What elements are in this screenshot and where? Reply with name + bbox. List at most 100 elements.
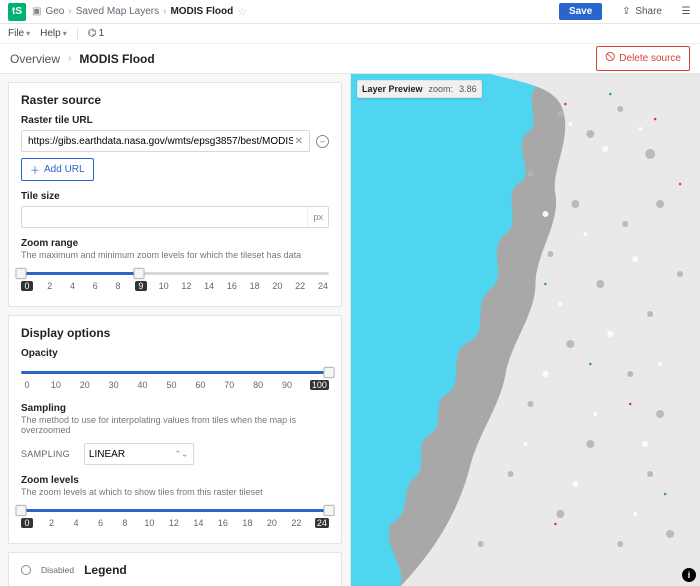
slider-tick: 9 [135, 281, 147, 291]
tile-size-input[interactable] [22, 212, 307, 223]
slider-tick: 16 [226, 281, 238, 291]
zoom-range-help: The maximum and minimum zoom levels for … [21, 250, 329, 260]
opacity-handle[interactable] [324, 367, 335, 378]
slider-tick: 0 [21, 518, 33, 528]
clear-icon[interactable]: ✕ [293, 136, 305, 147]
slider-tick: 14 [192, 518, 204, 528]
slider-tick: 6 [94, 518, 106, 528]
legend-disabled-radio[interactable] [21, 565, 31, 575]
layer-preview-label: Layer Preview [362, 84, 423, 94]
display-options-card: Display options Opacity 0102030405060708… [8, 315, 342, 544]
delete-source-button[interactable]: 🛇 Delete source [596, 46, 690, 71]
slider-tick: 90 [281, 380, 293, 390]
page-title: MODIS Flood [79, 52, 154, 66]
panel-toggle-icon[interactable]: ☰ [680, 6, 692, 17]
slider-tick: 0 [21, 281, 33, 291]
breadcrumb: ▣ Geo › Saved Map Layers › MODIS Flood ☆ [32, 5, 247, 18]
info-icon[interactable]: i [682, 568, 696, 582]
slider-tick: 10 [158, 281, 170, 291]
zoom-levels-handle-min[interactable] [16, 505, 27, 516]
sampling-label: Sampling [21, 403, 329, 414]
plus-icon: ＋ [30, 162, 40, 177]
crumb-current: MODIS Flood [170, 6, 233, 17]
slider-tick: 100 [310, 380, 329, 390]
crumb-geo[interactable]: Geo [45, 6, 64, 17]
sampling-caption: SAMPLING [21, 449, 70, 459]
graph-icon: ⌬ [88, 28, 97, 39]
share-label: Share [635, 6, 662, 17]
slider-tick: 4 [70, 518, 82, 528]
slider-tick: 70 [223, 380, 235, 390]
zoom-value: 3.86 [459, 84, 477, 94]
zoom-levels-handle-max[interactable] [324, 505, 335, 516]
slider-tick: 24 [315, 518, 329, 528]
layer-preview-badge: Layer Preview zoom: 3.86 [357, 80, 482, 98]
slider-tick: 10 [143, 518, 155, 528]
tile-size-label: Tile size [21, 191, 329, 202]
menu-divider [77, 28, 78, 40]
menu-help[interactable]: Help▾ [40, 28, 67, 39]
slider-tick: 12 [168, 518, 180, 528]
slider-tick: 8 [112, 281, 124, 291]
menu-help-label: Help [40, 28, 61, 39]
opacity-label: Opacity [21, 348, 329, 359]
add-url-button[interactable]: ＋ Add URL [21, 158, 94, 181]
sampling-select[interactable]: LINEAR [84, 443, 194, 465]
tile-size-suffix: px [307, 207, 328, 227]
zoom-range-handle-max[interactable] [134, 268, 145, 279]
add-url-label: Add URL [44, 164, 85, 175]
raster-source-title: Raster source [21, 93, 329, 107]
app-logo: tS [8, 3, 26, 21]
raster-url-input[interactable] [28, 136, 293, 147]
slider-tick: 50 [165, 380, 177, 390]
zoom-range-slider[interactable]: 0246891012141618202224 [21, 266, 329, 294]
tab-overview[interactable]: Overview [10, 52, 60, 66]
crumb-saved-layers[interactable]: Saved Map Layers [76, 6, 159, 17]
share-button[interactable]: ⇪ Share [620, 6, 662, 17]
zoom-label: zoom: [429, 84, 454, 94]
slider-tick: 4 [67, 281, 79, 291]
opacity-slider[interactable]: 0102030405060708090100 [21, 365, 329, 393]
slider-tick: 22 [290, 518, 302, 528]
raster-source-card: Raster source Raster tile URL ✕ – ＋ Add … [8, 82, 342, 307]
map-preview[interactable]: Layer Preview zoom: 3.86 i [350, 74, 700, 586]
menu-file[interactable]: File▾ [8, 28, 30, 39]
slider-tick: 18 [249, 281, 261, 291]
slider-tick: 0 [21, 380, 33, 390]
slider-tick: 8 [119, 518, 131, 528]
sampling-help: The method to use for interpolating valu… [21, 415, 329, 435]
slider-tick: 14 [203, 281, 215, 291]
raster-url-input-wrap: ✕ [21, 130, 310, 152]
config-panel: Raster source Raster tile URL ✕ – ＋ Add … [0, 74, 350, 586]
slider-tick: 2 [45, 518, 57, 528]
slider-tick: 80 [252, 380, 264, 390]
zoom-range-handle-min[interactable] [16, 268, 27, 279]
crumb-sep: › [163, 6, 166, 17]
raster-url-label: Raster tile URL [21, 115, 329, 126]
legend-title: Legend [84, 563, 127, 577]
map-canvas[interactable] [351, 74, 700, 586]
folder-icon: ▣ [32, 6, 41, 17]
star-icon[interactable]: ☆ [237, 5, 247, 18]
display-options-title: Display options [21, 326, 329, 340]
menu-graph-count[interactable]: ⌬1 [88, 28, 104, 39]
slider-tick: 16 [217, 518, 229, 528]
slider-tick: 18 [241, 518, 253, 528]
slider-tick: 20 [266, 518, 278, 528]
zoom-range-label: Zoom range [21, 238, 329, 249]
slider-tick: 6 [89, 281, 101, 291]
slider-tick: 24 [317, 281, 329, 291]
slider-tick: 12 [180, 281, 192, 291]
slider-tick: 60 [194, 380, 206, 390]
menu-file-label: File [8, 28, 24, 39]
zoom-levels-help: The zoom levels at which to show tiles f… [21, 487, 329, 497]
slider-tick: 2 [44, 281, 56, 291]
save-button[interactable]: Save [559, 3, 602, 20]
caret-down-icon: ▾ [26, 29, 30, 38]
zoom-levels-label: Zoom levels [21, 475, 329, 486]
zoom-levels-slider[interactable]: 024681012141618202224 [21, 503, 329, 531]
slider-tick: 30 [108, 380, 120, 390]
graph-count: 1 [98, 28, 104, 39]
remove-url-button[interactable]: – [316, 135, 329, 148]
crumb-sep: › [68, 6, 71, 17]
